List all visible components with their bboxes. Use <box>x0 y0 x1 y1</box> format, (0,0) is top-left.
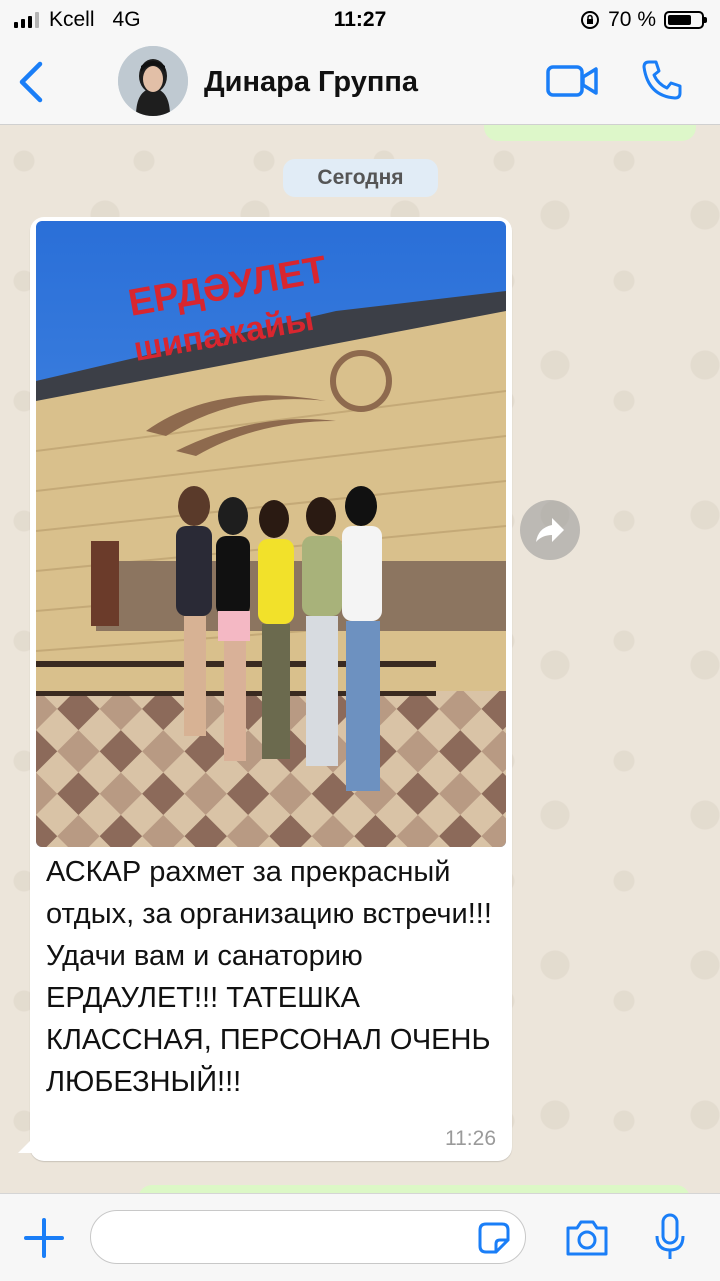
message-photo[interactable]: ЕРДӘУЛЕТ шипажайы <box>36 221 506 847</box>
battery-icon <box>664 11 707 29</box>
next-message-bubble[interactable] <box>138 1185 690 1193</box>
contact-name[interactable]: Динара Группа <box>204 66 418 99</box>
message-input-bar <box>0 1193 720 1281</box>
camera-icon[interactable] <box>564 1218 610 1258</box>
sticker-icon[interactable] <box>476 1220 512 1256</box>
forward-button[interactable] <box>520 500 580 560</box>
message-text: АСКАР рахмет за прекрасный отдых, за орг… <box>46 856 492 1098</box>
phone-call-icon[interactable] <box>640 58 684 102</box>
avatar[interactable] <box>118 46 188 116</box>
status-right: 70 % <box>580 8 707 32</box>
message-bubble[interactable]: ЕРДӘУЛЕТ шипажайы АСКАР рахмет за прекра… <box>30 217 512 1161</box>
previous-message-bubble[interactable] <box>484 125 696 141</box>
back-chevron-icon[interactable] <box>14 60 50 104</box>
date-separator: Сегодня <box>283 159 438 197</box>
forward-icon <box>536 518 564 542</box>
status-bar: Kcell 4G 11:27 70 % <box>0 0 720 40</box>
message-time: 11:26 <box>445 1127 496 1150</box>
chat-area[interactable]: Сегодня ЕРДӘУЛЕТ шипажайы АСКАР рахмет з… <box>0 125 720 1193</box>
video-call-icon[interactable] <box>546 62 598 100</box>
avatar-photo <box>118 46 188 116</box>
photo-image: ЕРДӘУЛЕТ шипажайы <box>36 221 506 847</box>
bubble-tail <box>18 1135 36 1153</box>
message-input[interactable] <box>90 1210 526 1264</box>
rotation-lock-icon <box>581 11 600 29</box>
plus-icon[interactable] <box>22 1216 66 1260</box>
microphone-icon[interactable] <box>652 1212 688 1262</box>
chat-header: Динара Группа <box>0 40 720 125</box>
battery-percent: 70 % <box>608 8 656 31</box>
